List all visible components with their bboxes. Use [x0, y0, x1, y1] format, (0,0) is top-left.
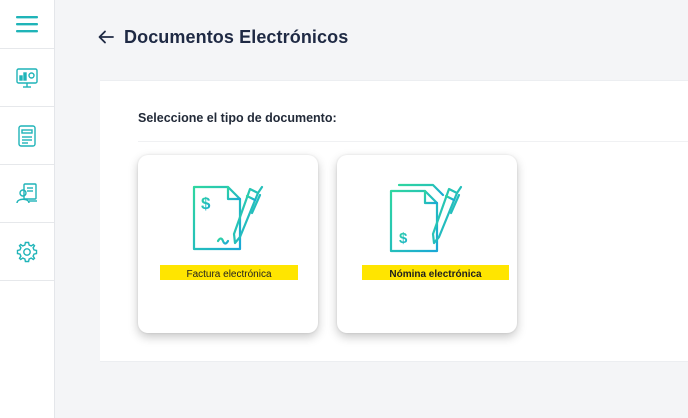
sidebar-item-dashboard[interactable] — [0, 49, 54, 107]
svg-text:$: $ — [399, 230, 408, 247]
arrow-left-icon — [98, 30, 114, 44]
nomina-label: Nómina electrónica — [389, 269, 482, 280]
invoice-document-icon: $ — [192, 185, 264, 251]
sidebar-menu-button[interactable] — [0, 0, 54, 49]
page-header: Documentos Electrónicos — [98, 24, 348, 50]
page-title: Documentos Electrónicos — [124, 26, 349, 47]
settings-gear-icon — [16, 241, 38, 262]
nomina-electronica-card[interactable]: $ Nómina electrónica — [337, 155, 517, 333]
sidebar-item-users[interactable] — [0, 165, 54, 223]
divider — [138, 141, 688, 142]
monitor-chart-icon — [16, 67, 38, 88]
hamburger-menu-icon — [16, 16, 38, 33]
factura-electronica-card[interactable]: $ Factura electrónica — [138, 155, 318, 333]
document-type-panel: Seleccione el tipo de documento: $ Factu… — [100, 80, 688, 362]
user-documents-icon — [16, 182, 37, 203]
sidebar-item-settings[interactable] — [0, 223, 54, 281]
form-document-icon — [18, 124, 36, 147]
sidebar-item-forms[interactable] — [0, 107, 54, 165]
nomina-label-highlight: Nómina electrónica — [362, 265, 509, 280]
svg-text:$: $ — [201, 194, 211, 213]
back-button[interactable] — [98, 30, 114, 44]
sidebar — [0, 0, 55, 418]
payroll-document-icon: $ — [389, 183, 463, 253]
factura-label: Factura electrónica — [186, 269, 272, 280]
factura-label-highlight: Factura electrónica — [160, 265, 298, 280]
document-type-prompt: Seleccione el tipo de documento: — [138, 111, 337, 125]
